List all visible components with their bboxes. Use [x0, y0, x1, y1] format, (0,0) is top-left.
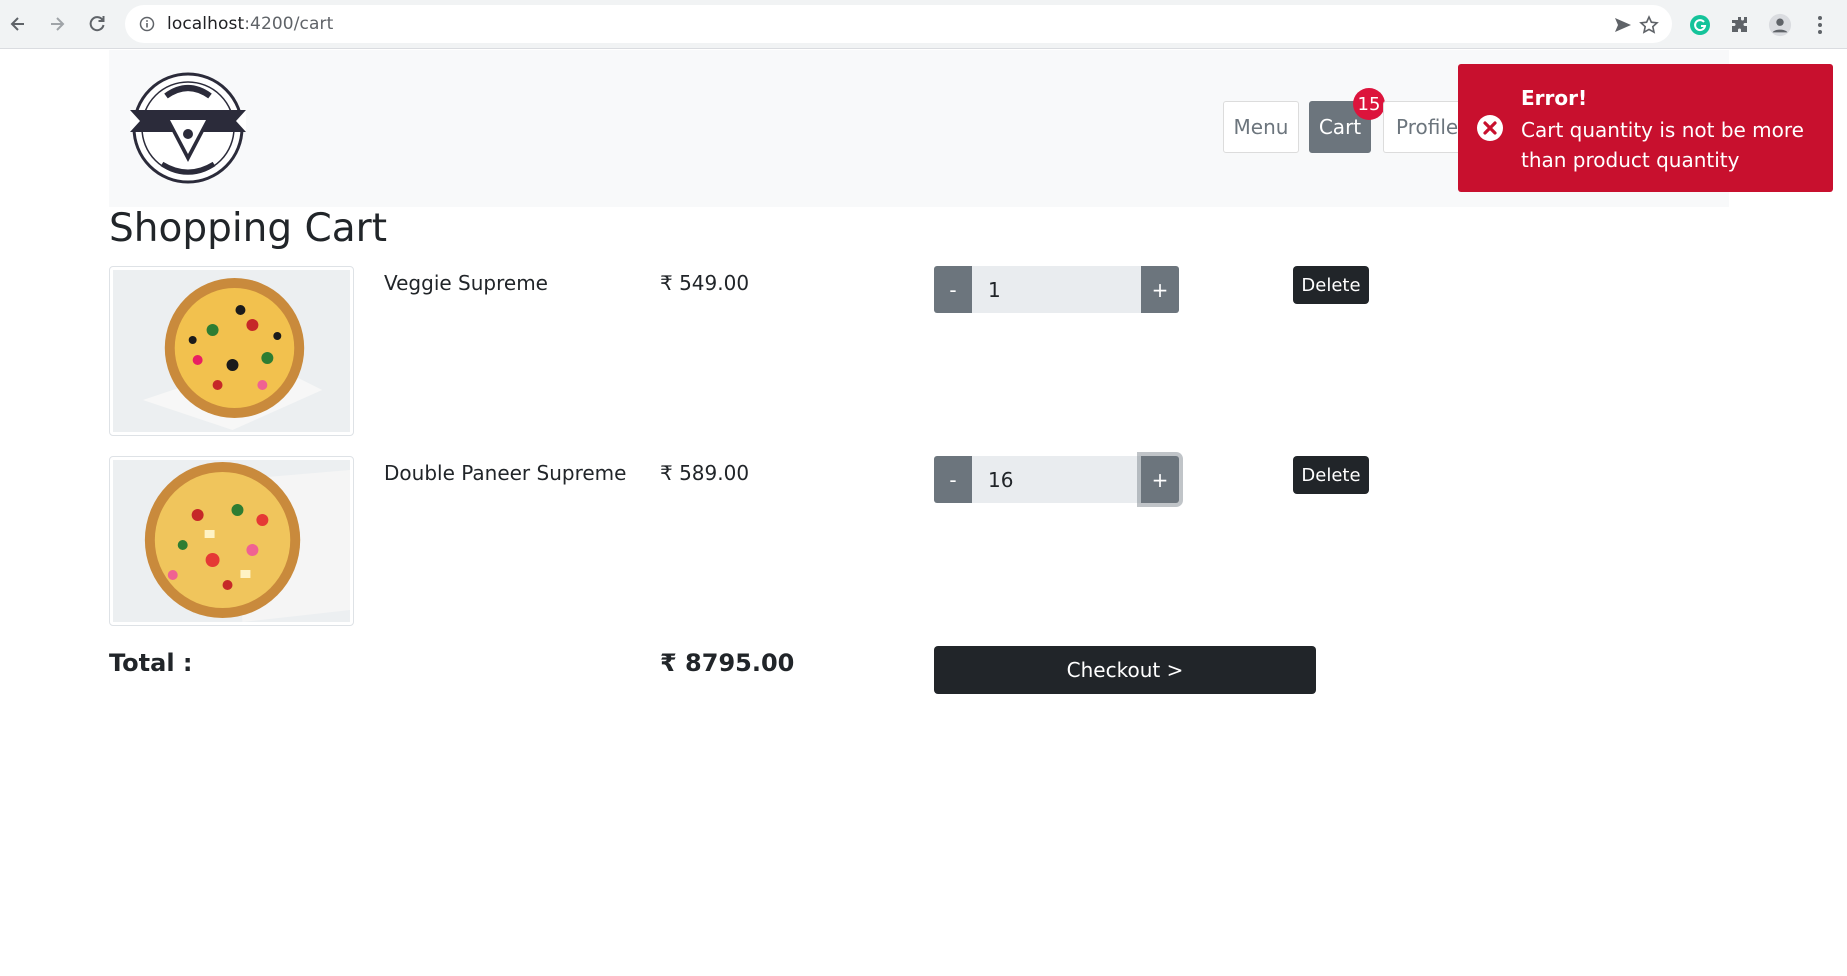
- total-label: Total :: [109, 649, 193, 677]
- cart-count-badge: 15: [1353, 88, 1385, 120]
- product-price: ₹ 549.00: [660, 271, 750, 295]
- profile-avatar-icon[interactable]: [1768, 13, 1792, 37]
- product-name: Veggie Supreme: [384, 271, 548, 295]
- delete-item-button[interactable]: Delete: [1293, 266, 1369, 304]
- product-price: ₹ 589.00: [660, 461, 750, 485]
- url-host: localhost: [167, 14, 245, 34]
- url-text: localhost:4200/cart: [167, 14, 333, 34]
- cart-item-row: Veggie Supreme ₹ 549.00 - 1 + Delete: [109, 266, 1409, 438]
- quantity-stepper: - 1 +: [934, 266, 1179, 313]
- url-path: :4200/cart: [244, 14, 334, 34]
- info-icon[interactable]: [139, 16, 155, 32]
- send-icon[interactable]: [1613, 15, 1633, 35]
- decrease-quantity-button[interactable]: -: [934, 456, 972, 503]
- delete-item-button[interactable]: Delete: [1293, 456, 1369, 494]
- nav-menu-link[interactable]: Menu: [1223, 101, 1299, 153]
- error-toast[interactable]: Error! Cart quantity is not be more than…: [1458, 64, 1833, 192]
- error-icon: [1476, 114, 1504, 142]
- back-icon[interactable]: [5, 11, 31, 37]
- address-bar[interactable]: localhost:4200/cart: [125, 5, 1672, 43]
- cart-item-row: Double Paneer Supreme ₹ 589.00 - 16 + De…: [109, 456, 1409, 628]
- toast-title: Error!: [1521, 86, 1588, 110]
- grammarly-icon[interactable]: [1688, 13, 1712, 37]
- reload-icon[interactable]: [84, 11, 110, 37]
- page-title: Shopping Cart: [109, 206, 388, 251]
- increase-quantity-button[interactable]: +: [1141, 266, 1179, 313]
- product-name: Double Paneer Supreme: [384, 461, 627, 485]
- forward-icon[interactable]: [44, 11, 70, 37]
- increase-quantity-button[interactable]: +: [1141, 456, 1179, 503]
- product-image: [109, 456, 354, 626]
- kebab-menu-icon[interactable]: [1808, 13, 1832, 37]
- quantity-stepper: - 16 +: [934, 456, 1179, 503]
- checkout-button[interactable]: Checkout >: [934, 646, 1316, 694]
- pizza-logo[interactable]: [126, 66, 250, 190]
- quantity-input[interactable]: 1: [972, 266, 1141, 313]
- star-icon[interactable]: [1639, 15, 1659, 35]
- toast-message: Cart quantity is not be more than produc…: [1521, 118, 1804, 172]
- product-image: [109, 266, 354, 436]
- quantity-input[interactable]: 16: [972, 456, 1141, 503]
- total-value: ₹ 8795.00: [660, 649, 795, 677]
- decrease-quantity-button[interactable]: -: [934, 266, 972, 313]
- browser-toolbar: localhost:4200/cart: [0, 0, 1847, 49]
- extensions-icon[interactable]: [1728, 13, 1752, 37]
